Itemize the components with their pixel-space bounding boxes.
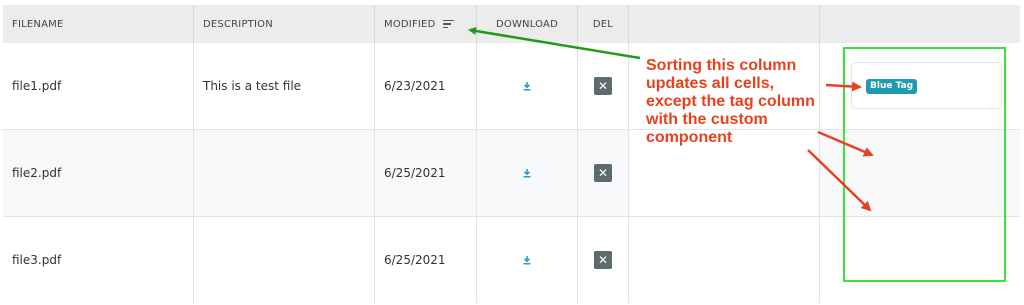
green-arrow [468,27,641,60]
red-arrow [825,81,862,92]
red-arrow [807,149,872,212]
annotation-arrows [468,27,874,212]
red-arrow [817,130,874,157]
